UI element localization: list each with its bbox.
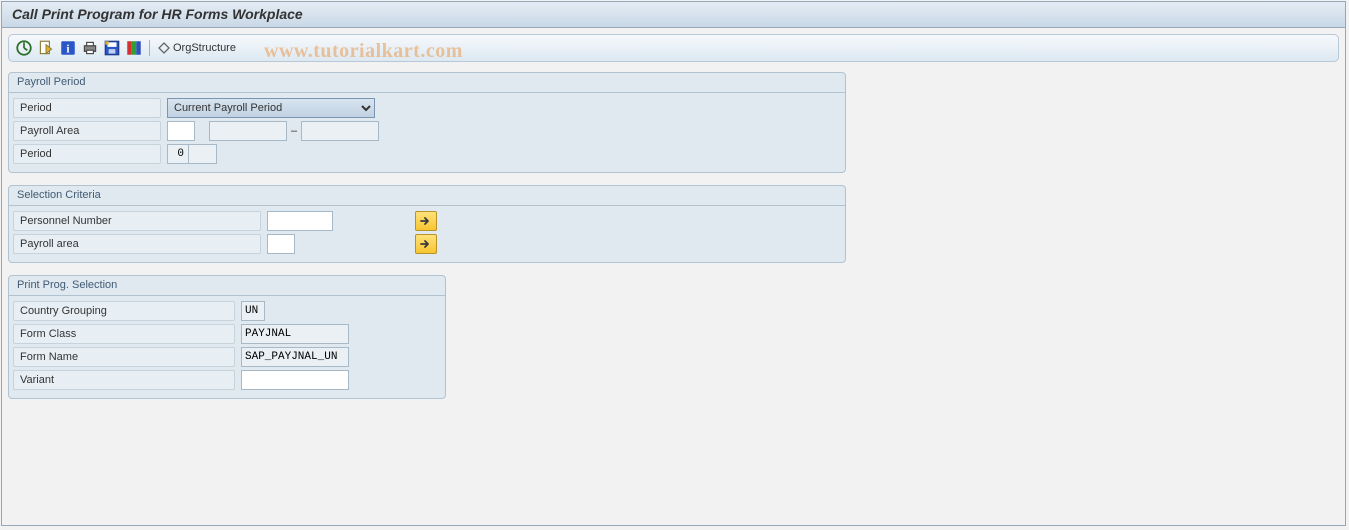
svg-text:i: i (66, 44, 69, 56)
period-combo[interactable]: Current Payroll Period (167, 98, 375, 118)
form-name-value: SAP_PAYJNAL_UN (241, 347, 349, 367)
org-structure-label: OrgStructure (173, 42, 236, 54)
variant-label: Variant (13, 370, 235, 390)
personnel-number-multiple-button[interactable] (415, 211, 437, 231)
personnel-number-label: Personnel Number (13, 211, 261, 231)
info-icon[interactable]: i (59, 39, 77, 57)
variant-input[interactable] (241, 370, 349, 390)
form-name-label: Form Name (13, 347, 235, 367)
org-structure-button[interactable]: OrgStructure (156, 41, 242, 55)
color-bars-icon[interactable] (125, 39, 143, 57)
period2-extra (189, 144, 217, 164)
save-icon[interactable] (103, 39, 121, 57)
payroll-area-input[interactable] (167, 121, 195, 141)
selection-criteria-title: Selection Criteria (9, 186, 845, 206)
execute-icon[interactable] (15, 39, 33, 57)
payroll-period-group: Payroll Period Period Current Payroll Pe… (8, 72, 846, 173)
personnel-number-input[interactable] (267, 211, 333, 231)
selection-criteria-group: Selection Criteria Personnel Number Payr… (8, 185, 846, 263)
period-label: Period (13, 98, 161, 118)
payroll-area2-input[interactable] (267, 234, 295, 254)
get-variant-icon[interactable] (37, 39, 55, 57)
payroll-range-from (209, 121, 287, 141)
period2-label: Period (13, 144, 161, 164)
country-grouping-value: UN (241, 301, 265, 321)
window-title: Call Print Program for HR Forms Workplac… (2, 2, 1345, 28)
print-prog-selection-group: Print Prog. Selection Country Grouping U… (8, 275, 446, 399)
payroll-period-title: Payroll Period (9, 73, 845, 93)
payroll-area-label: Payroll Area (13, 121, 161, 141)
payroll-area-multiple-button[interactable] (415, 234, 437, 254)
print-icon[interactable] (81, 39, 99, 57)
payroll-range-to (301, 121, 379, 141)
toolbar-separator (149, 40, 150, 56)
period2-value: 0 (167, 144, 189, 164)
toolbar: i OrgStructure (8, 34, 1339, 62)
payroll-area2-label: Payroll area (13, 234, 261, 254)
form-class-label: Form Class (13, 324, 235, 344)
range-dash: – (291, 125, 297, 137)
form-class-value: PAYJNAL (241, 324, 349, 344)
country-grouping-label: Country Grouping (13, 301, 235, 321)
print-prog-selection-title: Print Prog. Selection (9, 276, 445, 296)
